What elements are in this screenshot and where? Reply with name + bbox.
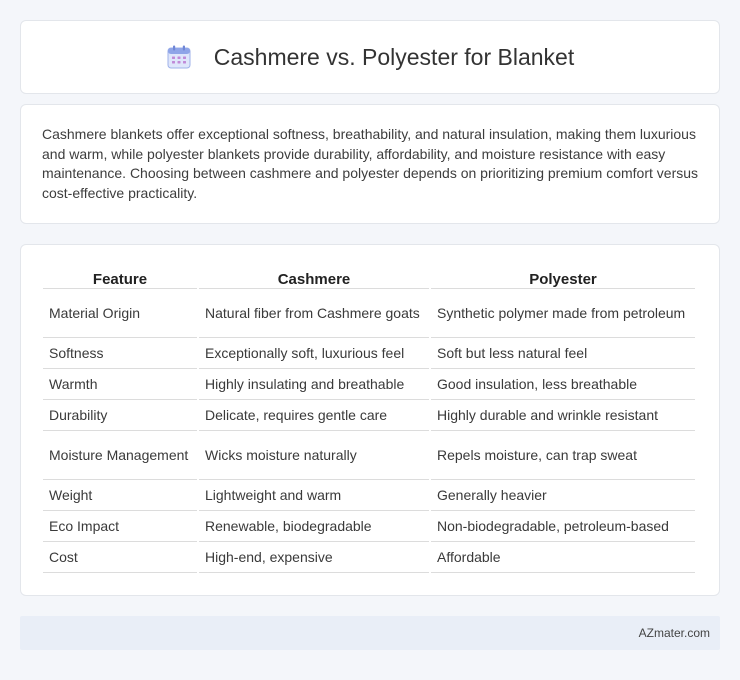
table-row: Softness Exceptionally soft, luxurious f…: [43, 338, 695, 369]
footer-bar: AZmater.com: [20, 616, 720, 650]
cashmere-cell: Exceptionally soft, luxurious feel: [199, 338, 429, 369]
comparison-card: Feature Cashmere Polyester Material Orig…: [20, 244, 720, 596]
polyester-cell: Synthetic polymer made from petroleum: [431, 289, 695, 338]
table-row: Weight Lightweight and warm Generally he…: [43, 480, 695, 511]
comparison-table: Feature Cashmere Polyester Material Orig…: [41, 265, 697, 573]
cashmere-cell: Wicks moisture naturally: [199, 431, 429, 480]
polyester-cell: Non-biodegradable, petroleum-based: [431, 511, 695, 542]
polyester-cell: Soft but less natural feel: [431, 338, 695, 369]
cashmere-cell: Lightweight and warm: [199, 480, 429, 511]
page-title: Cashmere vs. Polyester for Blanket: [213, 43, 575, 70]
feature-cell: Moisture Management: [43, 431, 197, 480]
feature-cell: Softness: [43, 338, 197, 369]
calendar-icon: [166, 44, 192, 70]
feature-cell: Warmth: [43, 369, 197, 400]
table-row: Durability Delicate, requires gentle car…: [43, 400, 695, 431]
footer-brand[interactable]: AZmater.com: [639, 626, 710, 640]
intro-text: Cashmere blankets offer exceptional soft…: [42, 126, 699, 201]
table-header-row: Feature Cashmere Polyester: [43, 265, 695, 289]
title-card: Cashmere vs. Polyester for Blanket: [20, 20, 720, 94]
cashmere-cell: High-end, expensive: [199, 542, 429, 573]
feature-cell: Weight: [43, 480, 197, 511]
polyester-cell: Good insulation, less breathable: [431, 369, 695, 400]
feature-cell: Durability: [43, 400, 197, 431]
feature-cell: Material Origin: [43, 289, 197, 338]
cashmere-cell: Renewable, biodegradable: [199, 511, 429, 542]
cashmere-cell: Delicate, requires gentle care: [199, 400, 429, 431]
cashmere-cell: Highly insulating and breathable: [199, 369, 429, 400]
table-row: Eco Impact Renewable, biodegradable Non-…: [43, 511, 695, 542]
feature-cell: Cost: [43, 542, 197, 573]
header-polyester: Polyester: [431, 265, 695, 289]
intro-card: Cashmere blankets offer exceptional soft…: [20, 104, 720, 224]
cashmere-cell: Natural fiber from Cashmere goats: [199, 289, 429, 338]
header-cashmere: Cashmere: [199, 265, 429, 289]
table-row: Moisture Management Wicks moisture natur…: [43, 431, 695, 480]
polyester-cell: Generally heavier: [431, 480, 695, 511]
polyester-cell: Repels moisture, can trap sweat: [431, 431, 695, 480]
table-row: Warmth Highly insulating and breathable …: [43, 369, 695, 400]
table-row: Cost High-end, expensive Affordable: [43, 542, 695, 573]
polyester-cell: Highly durable and wrinkle resistant: [431, 400, 695, 431]
feature-cell: Eco Impact: [43, 511, 197, 542]
table-row: Material Origin Natural fiber from Cashm…: [43, 289, 695, 338]
polyester-cell: Affordable: [431, 542, 695, 573]
header-feature: Feature: [43, 265, 197, 289]
